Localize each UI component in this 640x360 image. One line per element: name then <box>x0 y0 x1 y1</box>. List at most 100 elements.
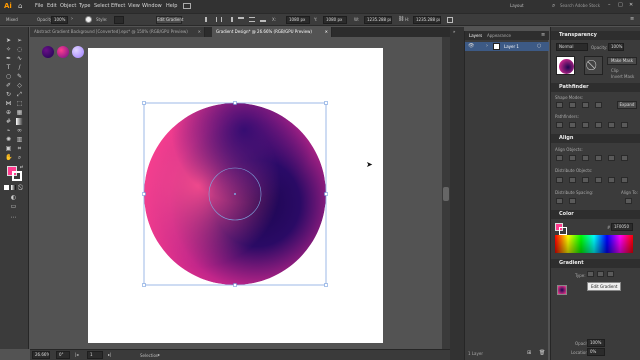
maximize-icon[interactable]: □ <box>618 2 623 8</box>
collapse-panels-icon[interactable]: » <box>453 29 455 34</box>
search-icon[interactable]: ⌕ <box>552 2 555 10</box>
eraser-tool-icon[interactable]: ◇ <box>16 82 23 89</box>
horizontal-align-right-icon[interactable] <box>582 155 589 161</box>
width-tool-icon[interactable]: ⋈ <box>5 100 12 107</box>
align-top-icon[interactable] <box>238 17 244 22</box>
shape-builder-tool-icon[interactable]: ⊕ <box>5 109 12 116</box>
stroke-swatch[interactable] <box>12 171 22 181</box>
workspace-switcher[interactable]: Layout <box>510 3 524 8</box>
minimize-icon[interactable]: – <box>608 2 611 8</box>
gradient-panel-header[interactable]: Gradient <box>551 259 640 268</box>
menu-help[interactable]: Help <box>166 3 177 9</box>
tab-gradient-design[interactable]: Gradient Design* @ 26.66% (RGB/GPU Previ… <box>212 27 332 37</box>
constrain-proportions-icon[interactable]: ⛓ <box>398 16 404 22</box>
opacity-field[interactable]: 100% <box>51 16 68 24</box>
tab-layers[interactable]: Layers <box>469 33 482 38</box>
target-icon[interactable]: ○ <box>537 43 541 49</box>
selection-tool-icon[interactable]: ➤ <box>5 37 12 44</box>
expand-button[interactable]: Expand <box>617 101 637 109</box>
pathfinder-panel-header[interactable]: Pathfinder <box>551 83 640 92</box>
symbol-sprayer-tool-icon[interactable]: ✺ <box>5 136 12 143</box>
swap-fill-stroke-icon[interactable]: ⇄ <box>18 163 25 170</box>
expand-chevron-icon[interactable]: › <box>486 43 488 49</box>
last-artboard-icon[interactable]: ▸| <box>108 352 111 357</box>
w-field[interactable]: 1235.288 px <box>364 16 392 24</box>
color-panel-header[interactable]: Color <box>551 210 640 219</box>
tab-abstract-gradient[interactable]: Abstract Gradient Background [Converted]… <box>30 27 205 37</box>
close-icon[interactable]: ✕ <box>325 27 328 37</box>
minus-front-icon[interactable] <box>569 102 576 108</box>
pen-tool-icon[interactable]: ✒ <box>5 55 12 62</box>
arrange-documents-icon[interactable] <box>183 3 191 9</box>
gradient-tool-icon[interactable] <box>16 118 23 125</box>
line-tool-icon[interactable]: / <box>16 64 23 71</box>
hex-field[interactable]: 1F0050 <box>611 223 633 231</box>
align-right-icon[interactable] <box>227 17 233 22</box>
distribute-left-icon[interactable] <box>595 177 602 183</box>
vertical-align-top-icon[interactable] <box>595 155 602 161</box>
eyedropper-tool-icon[interactable]: ⌁ <box>5 127 12 134</box>
x-field[interactable]: 1080 px <box>286 16 310 24</box>
type-tool-icon[interactable]: T <box>5 64 12 71</box>
home-icon[interactable]: ⌂ <box>18 2 22 10</box>
free-transform-tool-icon[interactable]: ⬚ <box>16 100 23 107</box>
radial-gradient-icon[interactable] <box>597 271 604 277</box>
crop-icon[interactable] <box>595 122 602 128</box>
align-to-selection-icon[interactable] <box>625 198 632 204</box>
horizontal-align-center-icon[interactable] <box>569 155 576 161</box>
distribute-vcenter-icon[interactable] <box>569 177 576 183</box>
align-left-icon[interactable] <box>205 17 211 22</box>
style-swatch[interactable] <box>85 16 92 23</box>
panel-menu-icon[interactable]: ≡ <box>541 32 545 38</box>
align-bottom-icon[interactable] <box>260 17 266 22</box>
freeform-gradient-icon[interactable] <box>607 271 614 277</box>
rotate-field[interactable]: 0° <box>56 351 70 359</box>
vertical-align-center-icon[interactable] <box>608 155 615 161</box>
swatch-dark-purple[interactable] <box>42 46 54 58</box>
minus-back-icon[interactable] <box>621 122 628 128</box>
invert-mask-checkbox[interactable]: Invert Mask <box>611 74 634 79</box>
screen-mode-icon[interactable]: ▭ <box>10 203 17 210</box>
magic-wand-tool-icon[interactable]: ✧ <box>5 46 12 53</box>
horizontal-distribute-space-icon[interactable] <box>569 198 576 204</box>
transparency-panel-header[interactable]: Transparency <box>551 31 640 40</box>
vertical-distribute-space-icon[interactable] <box>556 198 563 204</box>
layer-row[interactable]: 👁 › Layer 1 ○ <box>465 42 549 51</box>
transform-icon[interactable] <box>447 17 453 23</box>
trim-icon[interactable] <box>569 122 576 128</box>
clip-checkbox[interactable]: Clip <box>611 68 619 73</box>
align-middle-icon[interactable] <box>249 17 255 22</box>
mask-thumbnail[interactable]: ⃠ <box>584 56 603 75</box>
menu-effect[interactable]: Effect <box>111 3 125 9</box>
close-icon[interactable]: ✕ <box>629 2 633 8</box>
edit-toolbar-icon[interactable]: ⋯ <box>10 214 17 221</box>
gradient-mode-icon[interactable] <box>11 185 16 190</box>
zoom-field[interactable]: 26.66% <box>32 351 50 359</box>
unite-icon[interactable] <box>556 102 563 108</box>
gradient-location-field[interactable]: 0% <box>587 348 605 356</box>
opacity-field[interactable]: 100% <box>608 43 624 51</box>
gradient-circle-artwork[interactable] <box>88 48 383 343</box>
lasso-tool-icon[interactable]: ◌ <box>16 46 23 53</box>
outline-icon[interactable] <box>608 122 615 128</box>
zoom-tool-icon[interactable]: ⌕ <box>16 154 23 161</box>
layer-name[interactable]: Layer 1 <box>504 44 519 49</box>
divide-icon[interactable] <box>556 122 563 128</box>
search-stock-input[interactable]: Search Adobe Stock <box>560 3 600 8</box>
menu-object[interactable]: Object <box>60 3 76 9</box>
hand-tool-icon[interactable]: ✋ <box>5 154 12 161</box>
menu-file[interactable]: File <box>35 3 43 9</box>
swatch-pink-purple[interactable] <box>57 46 69 58</box>
column-graph-tool-icon[interactable]: ▥ <box>16 136 23 143</box>
scroll-thumb[interactable] <box>443 187 449 201</box>
menu-edit[interactable]: Edit <box>47 3 57 9</box>
edit-gradient-button[interactable]: Edit Gradient <box>156 16 183 24</box>
chevron-right-icon[interactable]: › <box>71 16 73 22</box>
shaper-tool-icon[interactable]: ✐ <box>5 82 12 89</box>
paintbrush-tool-icon[interactable]: ✎ <box>16 73 23 80</box>
horizontal-align-left-icon[interactable] <box>556 155 563 161</box>
distribute-top-icon[interactable] <box>556 177 563 183</box>
intersect-icon[interactable] <box>582 102 589 108</box>
align-panel-header[interactable]: Align <box>551 134 640 143</box>
color-stroke-swatch[interactable] <box>559 227 567 235</box>
